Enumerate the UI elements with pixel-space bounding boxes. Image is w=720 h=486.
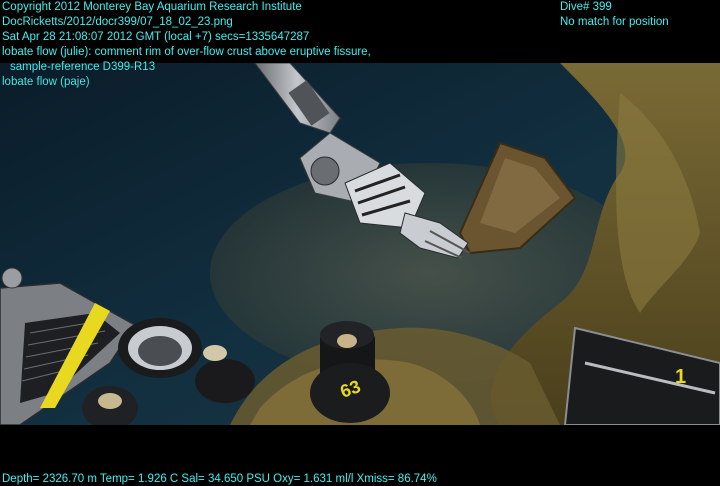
annotation-line-2: lobate flow (paje) bbox=[2, 76, 90, 88]
dive-info: Dive# 399 No match for position bbox=[560, 0, 669, 30]
filename-line: DocRicketts/2012/docr399/07_18_02_23.png bbox=[2, 16, 233, 28]
sample-canister-open bbox=[118, 318, 202, 378]
annotation-block: Copyright 2012 Monterey Bay Aquarium Res… bbox=[2, 0, 371, 90]
datetime-line: Sat Apr 28 21:08:07 2012 GMT (local +7) … bbox=[2, 31, 310, 43]
dive-number: Dive# 399 bbox=[560, 1, 612, 13]
position-status: No match for position bbox=[560, 16, 669, 28]
copyright-line: Copyright 2012 Monterey Bay Aquarium Res… bbox=[2, 1, 302, 13]
seafloor-scene: 63 1 bbox=[0, 63, 720, 425]
video-frame: 63 1 Copyright 2012 Monterey Bay Aquariu… bbox=[0, 0, 720, 486]
tray-label: 1 bbox=[675, 366, 686, 388]
annotation-line-1-cont: sample-reference D399-R13 bbox=[10, 61, 156, 73]
telemetry-line: Depth= 2326.70 m Temp= 1.926 C Sal= 34.6… bbox=[2, 473, 437, 485]
annotation-line-1: lobate flow (julie): comment rim of over… bbox=[2, 46, 371, 58]
